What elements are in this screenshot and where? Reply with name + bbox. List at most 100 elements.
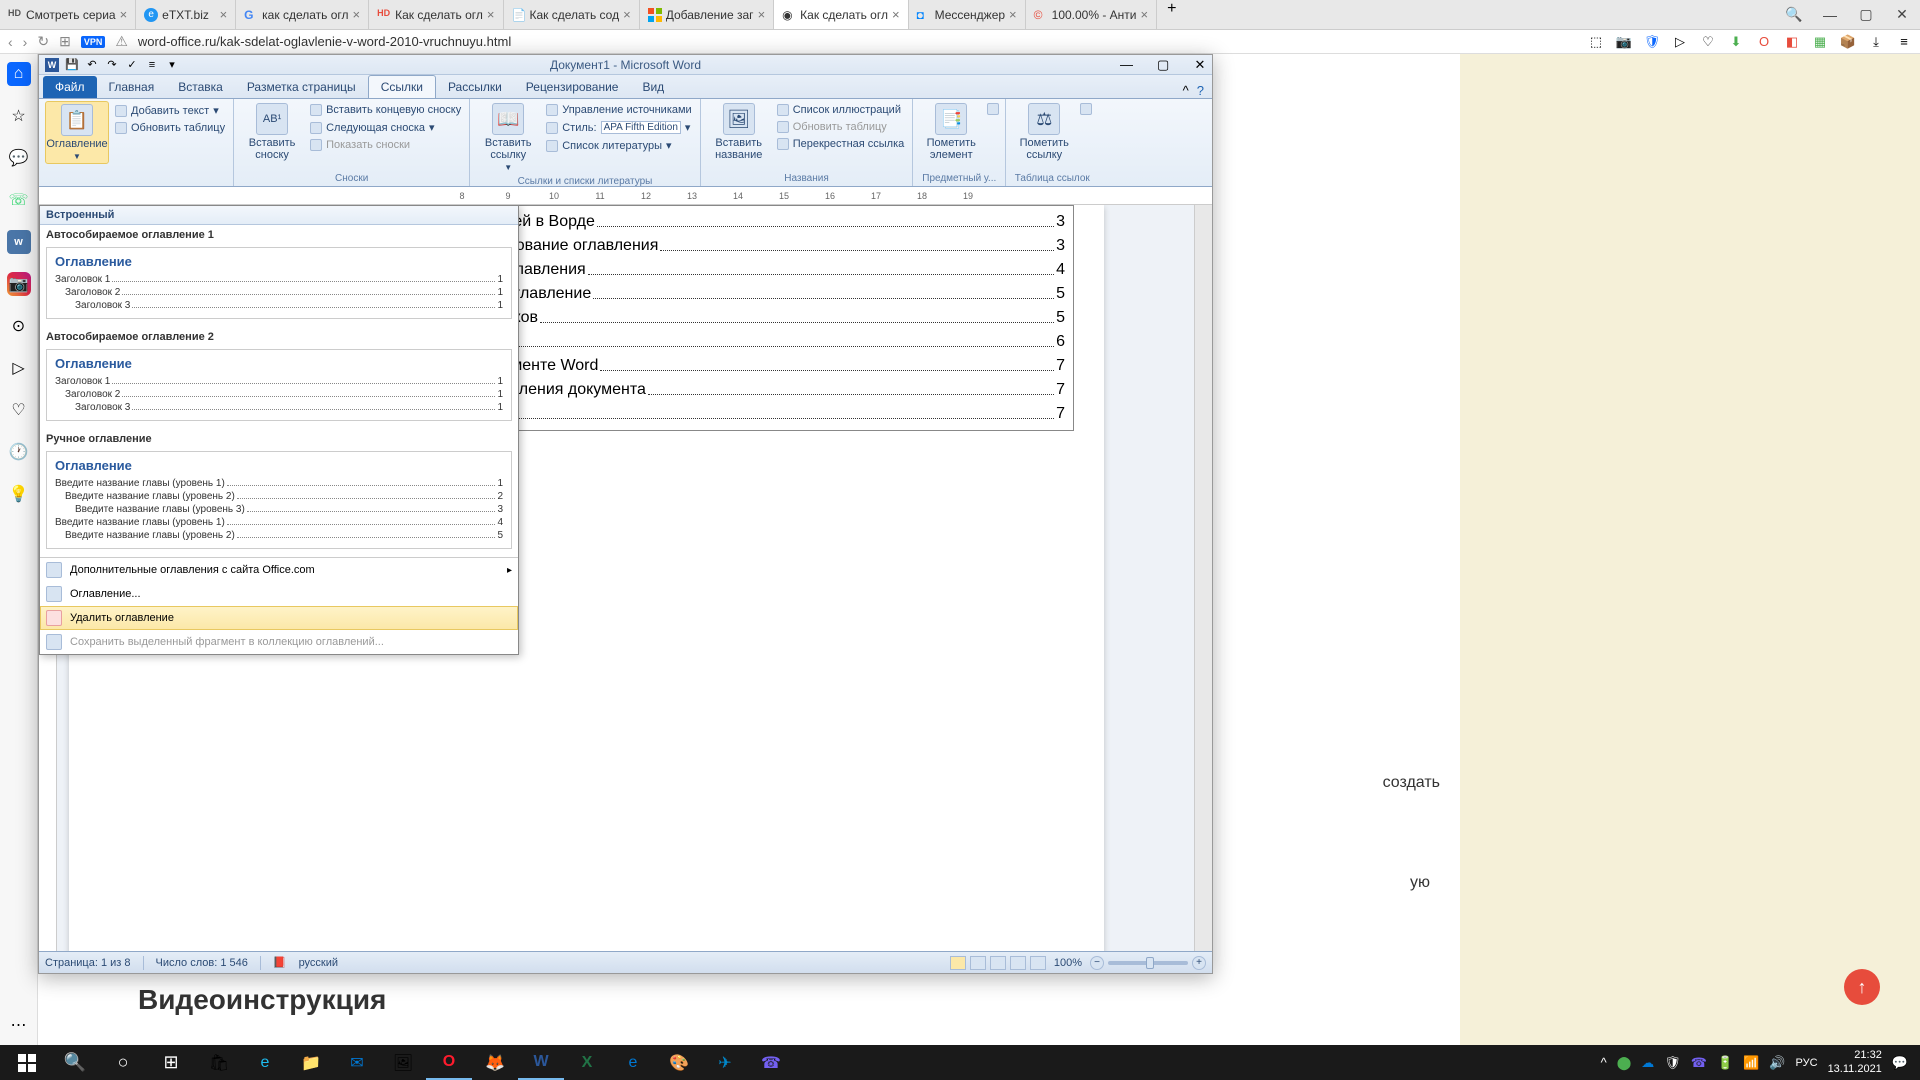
help-icon[interactable]: ? [1197,83,1204,98]
gallery-preview-auto2[interactable]: Оглавление Заголовок 11 Заголовок 21 Заг… [46,349,512,421]
close-icon[interactable]: × [353,7,361,22]
tab-ms[interactable]: Добавление заг× [640,0,774,29]
snapshot-icon[interactable]: ⬚ [1588,34,1604,50]
tab-review[interactable]: Рецензирование [514,76,631,98]
note-icon[interactable]: ▦ [1812,34,1828,50]
minimize-icon[interactable]: — [1120,57,1132,73]
close-icon[interactable]: × [1009,7,1017,22]
notifications-icon[interactable]: 💬 [1892,1055,1908,1071]
tray-icon[interactable]: ⬤ [1617,1055,1632,1071]
tab-insert[interactable]: Вставка [166,76,235,98]
horizontal-ruler[interactable]: 8 9 10 11 12 13 14 15 16 17 18 19 [39,187,1212,205]
tab-references[interactable]: Ссылки [368,75,436,98]
close-icon[interactable]: × [220,7,228,22]
next-footnote-button[interactable]: Следующая сноска ▾ [308,120,463,135]
edge-app[interactable]: e [610,1045,656,1080]
close-icon[interactable]: × [892,7,900,22]
clock[interactable]: 21:32 13.11.2021 [1828,1049,1882,1075]
start-button[interactable] [4,1045,50,1080]
explorer-app[interactable]: 📁 [288,1045,334,1080]
show-footnotes-button[interactable]: Показать сноски [308,138,463,152]
language-indicator[interactable]: русский [299,957,338,969]
insert-caption-button[interactable]: 🖼Вставить название [707,101,771,163]
close-icon[interactable]: × [758,7,766,22]
tab-home[interactable]: Главная [97,76,167,98]
tab-file[interactable]: Файл [43,76,97,98]
update-table-button[interactable]: Обновить таблицу [113,121,227,135]
more-icon[interactable]: ⋯ [7,1013,31,1037]
tab-content[interactable]: 📄Как сделать сод× [504,0,640,29]
new-tab-button[interactable]: + [1157,0,1186,29]
mail-app[interactable]: ✉ [334,1045,380,1080]
whatsapp-icon[interactable]: ☏ [7,188,31,212]
gallery-item-auto2[interactable]: Автособираемое оглавление 2 [40,327,518,347]
insert-endnote-button[interactable]: Вставить концевую сноску [308,103,463,117]
volume-icon[interactable]: 🔊 [1769,1055,1785,1071]
defender-icon[interactable]: 🛡 [1664,1055,1681,1071]
tab-hd-serial[interactable]: HDСмотреть сериа× [0,0,136,29]
viber-tray-icon[interactable]: ☎ [1691,1055,1707,1071]
maximize-icon[interactable]: ▢ [1157,57,1169,73]
forward-icon[interactable]: › [23,34,28,50]
onedrive-icon[interactable]: ☁ [1641,1055,1654,1071]
tab-layout[interactable]: Разметка страницы [235,76,368,98]
close-icon[interactable]: × [487,7,495,22]
bibliography-button[interactable]: Список литературы ▾ [544,138,693,153]
qat-dropdown-icon[interactable]: ▾ [165,58,179,72]
history-icon[interactable]: 🕐 [7,440,31,464]
zoom-out-button[interactable]: − [1090,956,1104,970]
vpn-badge[interactable]: VPN [81,36,106,48]
gallery-item-manual[interactable]: Ручное оглавление [40,429,518,449]
reload-icon[interactable]: ↻ [37,33,49,50]
gallery-item-auto1[interactable]: Автособираемое оглавление 1 [40,225,518,245]
firefox-app[interactable]: 🦊 [472,1045,518,1080]
search-button[interactable]: 🔍 [52,1045,98,1080]
word-app[interactable]: W [518,1045,564,1080]
speed-dial-icon[interactable]: ⊞ [59,33,71,50]
opera-app[interactable]: O [426,1045,472,1080]
outline-view[interactable] [1010,956,1026,970]
qat-icon[interactable]: ≡ [145,58,159,72]
undo-icon[interactable]: ↶ [85,58,99,72]
photos-app[interactable]: 🖼 [380,1045,426,1080]
telegram-app[interactable]: ✈ [702,1045,748,1080]
document-toc[interactable]: авицей в Ворде3 омирование оглавления3 и… [469,205,1074,431]
task-view-button[interactable]: ⊞ [148,1045,194,1080]
vertical-scrollbar[interactable] [1194,205,1212,951]
battery-icon[interactable]: 🔋 [1717,1055,1733,1071]
page-indicator[interactable]: Страница: 1 из 8 [45,957,131,969]
web-view[interactable] [990,956,1006,970]
play-icon[interactable]: ▷ [1672,34,1688,50]
workspaces-icon[interactable]: ▷ [7,356,31,380]
zoom-in-button[interactable]: + [1192,956,1206,970]
insert-citation-button[interactable]: 📖Вставить ссылку▼ [476,101,540,174]
draft-view[interactable] [1030,956,1046,970]
box-icon[interactable]: 📦 [1840,34,1856,50]
excel-app[interactable]: X [564,1045,610,1080]
print-layout-view[interactable] [950,956,966,970]
close-icon[interactable]: ✕ [1894,7,1910,23]
pinboard-icon[interactable]: 💡 [7,482,31,506]
custom-toc-button[interactable]: Оглавление... [40,582,518,606]
url-text[interactable]: word-office.ru/kak-sdelat-oglavlenie-v-w… [138,34,511,49]
player-icon[interactable]: ⊙ [7,314,31,338]
viber-app[interactable]: ☎ [748,1045,794,1080]
tab-etxt[interactable]: eeTXT.biz× [136,0,236,29]
shield-icon[interactable]: 🛡 [1644,34,1660,50]
add-text-button[interactable]: Добавить текст ▾ [113,103,227,118]
cortana-button[interactable]: ○ [100,1045,146,1080]
tray-up-icon[interactable]: ^ [1601,1055,1607,1070]
tab-google-search[interactable]: Gкак сделать огл× [236,0,369,29]
toc-button[interactable]: 📋 Оглавление ▼ [45,101,109,164]
home-icon[interactable]: ⌂ [7,62,31,86]
cube-icon[interactable]: ◧ [1784,34,1800,50]
downloads-icon[interactable]: ⤓ [1868,34,1884,50]
tab-hd-2[interactable]: HDКак сделать огл× [369,0,503,29]
vk-icon[interactable]: w [7,230,31,254]
mark-citation-button[interactable]: ⚖Пометить ссылку [1012,101,1076,163]
tab-mailings[interactable]: Рассылки [436,76,514,98]
style-select[interactable]: Стиль: APA Fifth Edition ▾ [544,120,693,135]
wifi-icon[interactable]: 📶 [1743,1055,1759,1071]
close-icon[interactable]: × [120,7,128,22]
camera-icon[interactable]: 📷 [1616,34,1632,50]
